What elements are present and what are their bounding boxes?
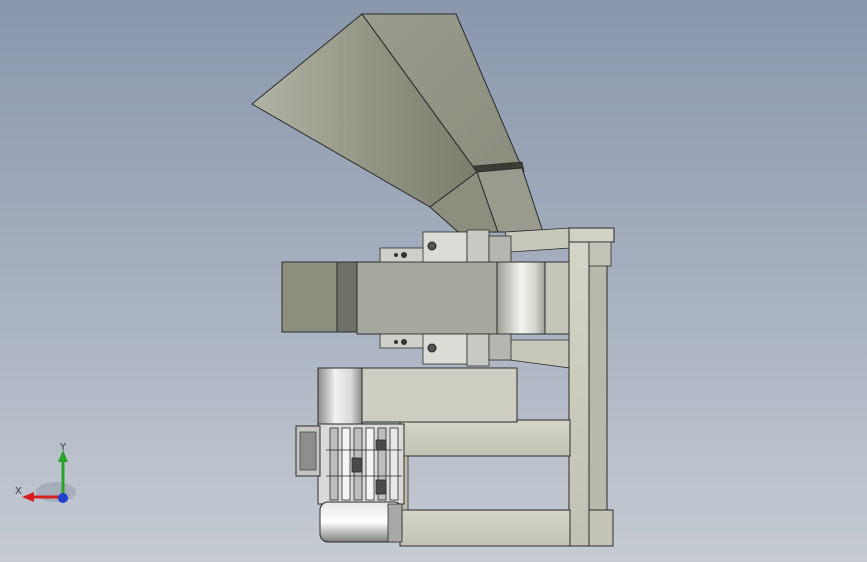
arm-upper [399,419,571,457]
coordinate-triad-icon: Y X [14,440,76,506]
graphics-viewport[interactable]: Y X [0,0,867,562]
model-view[interactable] [0,0,867,562]
arm-lower [399,509,571,547]
z-axis-dot [58,493,68,503]
motor-flange [387,503,403,543]
hopper[interactable] [251,13,544,233]
vertical-post-face [588,227,608,547]
x-axis-arrow [22,492,34,502]
housing-body [356,261,498,335]
lower-bearing [379,333,512,367]
rotor-drum [496,261,546,335]
post-top-cap [568,227,615,243]
triad-graphic [22,450,76,503]
post-upper-block [588,241,612,267]
housing-throat [281,261,338,333]
housing-end-plate [544,261,570,335]
triad-plane [36,482,76,502]
upper-bearing [379,229,512,263]
gearbox-cylinder [317,367,363,425]
terminal-box-cover [299,431,317,471]
gearbox-block [359,367,518,423]
x-axis-label: X [15,486,22,497]
foot-block [588,509,614,547]
housing-throat-inner [336,261,358,333]
y-axis-label: Y [60,442,67,453]
upper-brace [504,227,571,253]
vertical-post [568,227,590,547]
